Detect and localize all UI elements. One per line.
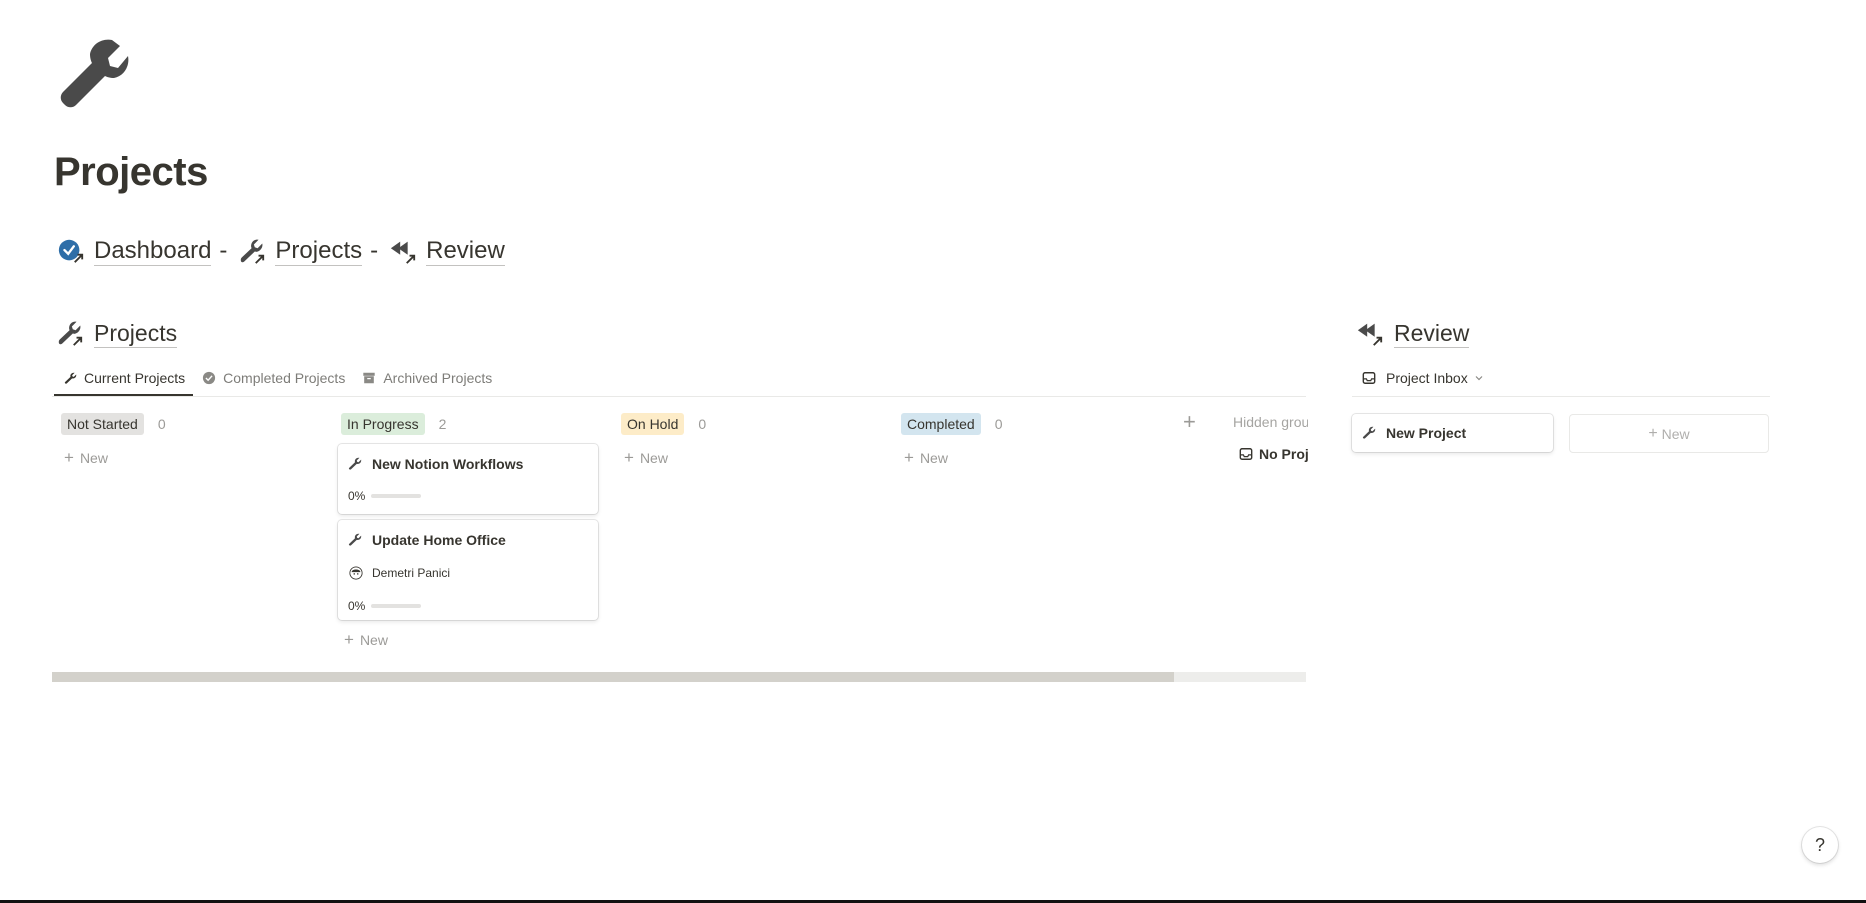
column-count: 0	[157, 416, 166, 432]
new-label: New	[919, 450, 948, 466]
breadcrumb-separator: -	[370, 237, 379, 264]
new-card-button[interactable]: + New	[344, 630, 388, 649]
plus-icon: +	[904, 448, 914, 467]
column-count: 0	[698, 416, 707, 432]
chevron-down-icon	[1474, 373, 1484, 383]
breadcrumb-review[interactable]: Review	[388, 236, 505, 266]
progress-bar	[371, 604, 422, 608]
wrench-link-icon	[237, 236, 267, 266]
tab-label: Current Projects	[84, 370, 186, 386]
review-arrows-link-icon	[1356, 318, 1386, 348]
card-title: Update Home Office	[348, 532, 506, 548]
new-label: New	[359, 632, 388, 648]
tabs-divider	[52, 396, 1306, 397]
tab-completed-projects[interactable]: Completed Projects	[193, 362, 353, 394]
column-header-not-started[interactable]: Not Started 0	[61, 413, 166, 435]
person-name: Demetri Panici	[372, 566, 451, 580]
inbox-icon	[1239, 447, 1253, 461]
inbox-icon	[1362, 370, 1378, 386]
plus-icon: +	[64, 448, 74, 467]
status-badge: On Hold	[621, 413, 685, 435]
wrench-icon	[1362, 425, 1378, 441]
new-card-button[interactable]: + New	[904, 448, 948, 467]
new-label: New	[1661, 425, 1690, 442]
tab-current-projects[interactable]: Current Projects	[54, 362, 194, 396]
archive-box-icon	[361, 370, 377, 386]
column-count: 2	[438, 416, 447, 432]
add-group-button[interactable]: +	[1183, 411, 1196, 433]
gallery-card[interactable]: New Project	[1352, 414, 1553, 452]
gallery-card-title: New Project	[1386, 425, 1467, 441]
column-header-in-progress[interactable]: In Progress 2	[341, 413, 446, 435]
wrench-icon	[348, 532, 364, 548]
status-badge: Not Started	[61, 413, 144, 435]
new-label: New	[639, 450, 668, 466]
review-section-header[interactable]: Review	[1356, 318, 1470, 348]
card-title: New Notion Workflows	[348, 456, 523, 472]
column-count: 0	[994, 416, 1003, 432]
view-select-label: Project Inbox	[1386, 370, 1468, 386]
horizontal-scrollbar[interactable]	[52, 672, 1306, 682]
page-wrench-icon[interactable]	[58, 36, 130, 108]
page-title: Projects	[54, 150, 208, 194]
help-button[interactable]: ?	[1802, 827, 1838, 863]
scrollbar-thumb[interactable]	[52, 672, 1175, 682]
breadcrumb: Dashboard - Projects - Review	[56, 236, 505, 266]
wrench-link-icon	[56, 318, 86, 348]
card-title-text: Update Home Office	[372, 532, 506, 548]
new-card-button[interactable]: + New	[64, 448, 108, 467]
plus-icon: +	[624, 448, 634, 467]
progress-bar	[371, 494, 422, 498]
hidden-groups-label: Hidden groups	[1233, 414, 1308, 430]
progress-text: 0%	[348, 489, 366, 503]
breadcrumb-label[interactable]: Projects	[275, 237, 363, 266]
progress-text: 0%	[348, 599, 366, 613]
status-badge: Completed	[901, 413, 981, 435]
new-card-button[interactable]: + New	[624, 448, 668, 467]
view-select-project-inbox[interactable]: Project Inbox	[1362, 370, 1484, 386]
avatar	[348, 565, 364, 581]
review-section-title[interactable]: Review	[1394, 319, 1470, 348]
wrench-icon	[348, 456, 364, 472]
column-header-completed[interactable]: Completed 0	[901, 413, 1003, 435]
person-property: Demetri Panici	[348, 565, 450, 581]
progress: 0%	[348, 599, 422, 613]
wrench-icon	[62, 370, 78, 386]
check-circle-link-icon	[56, 236, 86, 266]
review-divider	[1352, 396, 1770, 397]
plus-icon: +	[344, 630, 354, 649]
breadcrumb-projects[interactable]: Projects -	[237, 236, 388, 266]
projects-section-header[interactable]: Projects	[56, 318, 178, 348]
tab-label: Archived Projects	[383, 370, 493, 386]
tab-archived-projects[interactable]: Archived Projects	[353, 362, 500, 394]
breadcrumb-label[interactable]: Review	[426, 237, 505, 266]
board-card[interactable]: New Notion Workflows 0%	[338, 444, 598, 514]
new-label: New	[79, 450, 108, 466]
breadcrumb-label[interactable]: Dashboard	[94, 237, 212, 266]
plus-icon: +	[1648, 424, 1658, 442]
breadcrumb-separator: -	[219, 237, 228, 264]
hidden-group-item[interactable]: No Projects	[1239, 446, 1308, 462]
projects-section-title[interactable]: Projects	[94, 319, 178, 348]
check-circle-icon	[201, 370, 217, 386]
progress: 0%	[348, 489, 422, 503]
gallery-new-button[interactable]: + New	[1569, 414, 1769, 453]
tab-label: Completed Projects	[223, 370, 346, 386]
projects-view-tabs: Current Projects Completed Projects Arch…	[54, 362, 500, 396]
board-card[interactable]: Update Home Office Demetri Panici 0%	[338, 520, 598, 620]
column-header-on-hold[interactable]: On Hold 0	[621, 413, 706, 435]
review-arrows-link-icon	[388, 236, 418, 266]
card-title-text: New Notion Workflows	[372, 456, 524, 472]
hidden-item-label: No Projects	[1259, 446, 1308, 462]
breadcrumb-dashboard[interactable]: Dashboard -	[56, 236, 237, 266]
status-badge: In Progress	[341, 413, 425, 435]
